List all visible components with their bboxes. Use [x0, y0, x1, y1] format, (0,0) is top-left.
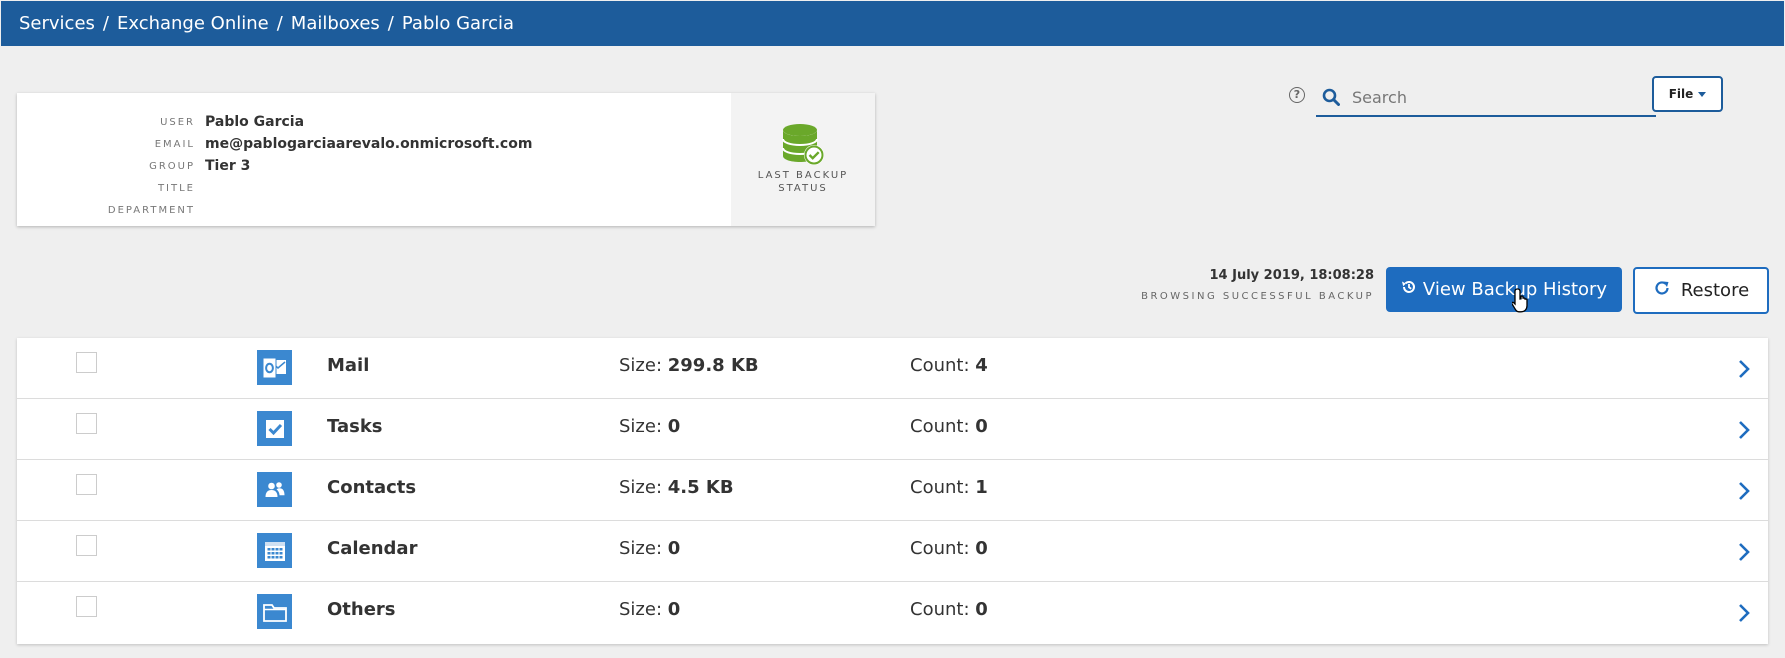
item-count: Count: 4 — [910, 355, 988, 376]
item-count: Count: 0 — [910, 599, 988, 620]
user-info-card: USER Pablo Garcia EMAIL me@pablogarciaar… — [17, 93, 875, 226]
item-list: Mail Size: 299.8 KB Count: 4 Tasks Size:… — [17, 338, 1768, 644]
restore-button[interactable]: Restore — [1633, 267, 1769, 314]
row-checkbox[interactable] — [76, 596, 97, 617]
count-label: Count: — [910, 416, 970, 437]
chevron-right-icon[interactable] — [1738, 481, 1750, 505]
view-backup-history-button[interactable]: View Backup History — [1386, 267, 1622, 312]
caret-down-icon — [1698, 91, 1707, 97]
count-label: Count: — [910, 355, 970, 376]
item-size: Size: 0 — [619, 416, 680, 437]
size-value: 4.5 KB — [667, 477, 734, 498]
item-count: Count: 0 — [910, 538, 988, 559]
field-label: GROUP — [149, 160, 195, 172]
row-checkbox[interactable] — [76, 413, 97, 434]
item-name: Tasks — [327, 416, 383, 437]
calendar-icon — [257, 533, 292, 568]
field-label: TITLE — [157, 182, 195, 194]
field-label: EMAIL — [154, 138, 195, 150]
row-checkbox[interactable] — [76, 352, 97, 373]
help-icon[interactable]: ? — [1289, 87, 1305, 103]
field-value: me@pablogarciaarevalo.onmicrosoft.com — [205, 136, 533, 152]
field-email: EMAIL me@pablogarciaarevalo.onmicrosoft.… — [17, 133, 533, 155]
item-name: Contacts — [327, 477, 417, 498]
history-icon — [1401, 279, 1417, 300]
field-value: Pablo Garcia — [205, 114, 305, 130]
field-department: DEPARTMENT — [17, 199, 532, 221]
list-item[interactable]: Tasks Size: 0 Count: 0 — [17, 399, 1768, 460]
field-user: USER Pablo Garcia — [17, 111, 532, 133]
item-name: Mail — [327, 355, 370, 376]
row-checkbox[interactable] — [76, 535, 97, 556]
file-menu-button[interactable]: File — [1652, 76, 1723, 112]
breadcrumb-services[interactable]: Services — [19, 13, 95, 34]
field-title: TITLE — [17, 177, 532, 199]
item-size: Size: 299.8 KB — [619, 355, 759, 376]
contacts-icon — [257, 472, 292, 507]
size-value: 299.8 KB — [667, 355, 759, 376]
file-menu-label: File — [1668, 87, 1694, 101]
size-value: 0 — [667, 416, 681, 437]
row-checkbox[interactable] — [76, 474, 97, 495]
last-backup-status-label: LAST BACKUP STATUS — [757, 170, 849, 194]
breadcrumb-separator: / — [102, 13, 109, 34]
database-check-icon — [782, 123, 826, 171]
browsing-status: BROWSING SUCCESSFUL BACKUP — [1141, 291, 1374, 302]
list-item[interactable]: Calendar Size: 0 Count: 0 — [17, 521, 1768, 582]
size-label: Size: — [619, 599, 663, 620]
size-label: Size: — [619, 416, 663, 437]
count-value: 1 — [975, 477, 988, 498]
chevron-right-icon[interactable] — [1738, 542, 1750, 566]
field-label: USER — [160, 116, 195, 128]
field-label: DEPARTMENT — [107, 204, 195, 216]
hand-cursor-icon — [1511, 287, 1532, 317]
count-value: 4 — [975, 355, 988, 376]
size-value: 0 — [667, 538, 681, 559]
size-label: Size: — [619, 538, 663, 559]
chevron-right-icon[interactable] — [1738, 420, 1750, 444]
user-fields: USER Pablo Garcia EMAIL me@pablogarciaar… — [17, 111, 533, 221]
item-count: Count: 1 — [910, 477, 988, 498]
item-size: Size: 4.5 KB — [619, 477, 734, 498]
backup-date: 14 July 2019, 18:08:28 — [1209, 268, 1374, 283]
restore-icon — [1653, 279, 1671, 302]
list-item[interactable]: Others Size: 0 Count: 0 — [17, 582, 1768, 643]
item-count: Count: 0 — [910, 416, 988, 437]
field-group: GROUP Tier 3 — [17, 155, 532, 177]
field-value: Tier 3 — [205, 158, 251, 174]
count-label: Count: — [910, 477, 970, 498]
restore-label: Restore — [1680, 280, 1750, 301]
size-label: Size: — [619, 355, 663, 376]
count-value: 0 — [975, 416, 988, 437]
size-label: Size: — [619, 477, 663, 498]
chevron-right-icon[interactable] — [1738, 603, 1750, 627]
breadcrumb-current-user: Pablo Garcia — [401, 13, 515, 34]
size-value: 0 — [667, 599, 681, 620]
count-value: 0 — [975, 538, 988, 559]
breadcrumb-exchange-online[interactable]: Exchange Online — [117, 13, 269, 34]
item-size: Size: 0 — [619, 599, 680, 620]
list-item[interactable]: Contacts Size: 4.5 KB Count: 1 — [17, 460, 1768, 521]
breadcrumb-separator: / — [276, 13, 283, 34]
list-item[interactable]: Mail Size: 299.8 KB Count: 4 — [17, 338, 1768, 399]
search-input[interactable] — [1350, 83, 1654, 111]
chevron-right-icon[interactable] — [1738, 359, 1750, 383]
item-name: Calendar — [327, 538, 418, 559]
outlook-icon — [257, 350, 292, 385]
count-label: Count: — [910, 538, 970, 559]
folder-icon — [257, 594, 292, 629]
count-value: 0 — [975, 599, 988, 620]
task-check-icon — [257, 411, 292, 446]
breadcrumb-mailboxes[interactable]: Mailboxes — [291, 13, 380, 34]
item-size: Size: 0 — [619, 538, 680, 559]
count-label: Count: — [910, 599, 970, 620]
breadcrumb-separator: / — [387, 13, 394, 34]
last-backup-status: LAST BACKUP STATUS — [731, 93, 875, 226]
breadcrumb: Services / Exchange Online / Mailboxes /… — [1, 1, 1784, 46]
search-icon — [1322, 88, 1340, 110]
search-box — [1316, 79, 1656, 117]
item-name: Others — [327, 599, 396, 620]
